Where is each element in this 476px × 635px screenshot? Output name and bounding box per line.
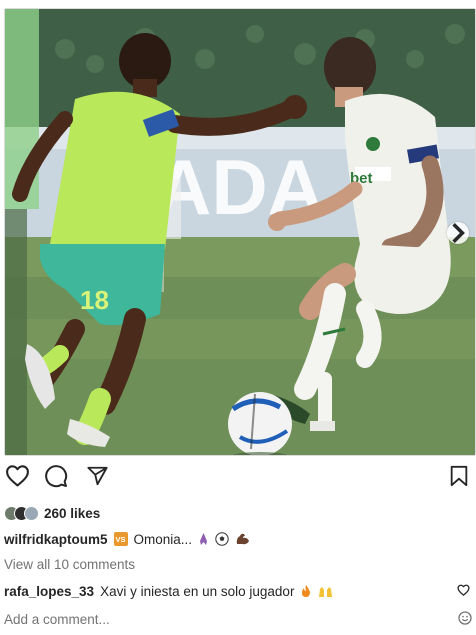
share-button[interactable] [83,464,111,492]
likes-count[interactable]: 260 likes [44,506,100,521]
heart-icon [457,584,470,596]
praying-hands-icon [198,532,209,546]
comment-username[interactable]: rafa_lopes_33 [4,584,94,599]
view-all-comments-link[interactable]: View all 10 comments [4,557,135,572]
soccer-ball-icon [215,532,229,546]
avatar [24,505,39,521]
add-comment-input[interactable] [4,608,424,630]
caption: wilfridkaptoum5 VS Omonia... [4,530,250,548]
save-button[interactable] [445,464,473,492]
liker-avatars [4,505,39,521]
caption-text[interactable]: Omonia... [134,532,193,547]
flexed-biceps-icon [235,532,250,546]
likes-row[interactable]: 260 likes [4,504,100,522]
paper-plane-icon [86,465,109,492]
raised-hands-icon [318,584,333,598]
vs-badge: VS [113,532,128,546]
post-photo[interactable]: ADA 18 bet [4,8,476,456]
player-number: 18 [80,285,109,315]
comment-row: rafa_lopes_33 Xavi y iniesta en un solo … [4,582,472,600]
comment-text: Xavi y iniesta en un solo jugador [100,583,295,599]
comment-like-button[interactable] [457,584,470,599]
post-actions [0,464,476,496]
comment-icon [44,464,68,493]
football-match-image: ADA 18 bet [5,9,475,455]
comment-button[interactable] [42,464,70,492]
smiley-icon [458,611,472,625]
caption-username[interactable]: wilfridkaptoum5 [4,532,108,547]
like-button[interactable] [3,464,31,492]
instagram-post: ADA 18 bet 260 likes wilfridkaptoum5 VS … [0,0,476,635]
bookmark-icon [449,465,469,492]
heart-icon [5,464,30,492]
emoji-picker-button[interactable] [458,611,472,630]
carousel-next-button[interactable] [447,222,469,244]
add-comment-row [0,608,476,630]
fire-icon [300,584,312,598]
